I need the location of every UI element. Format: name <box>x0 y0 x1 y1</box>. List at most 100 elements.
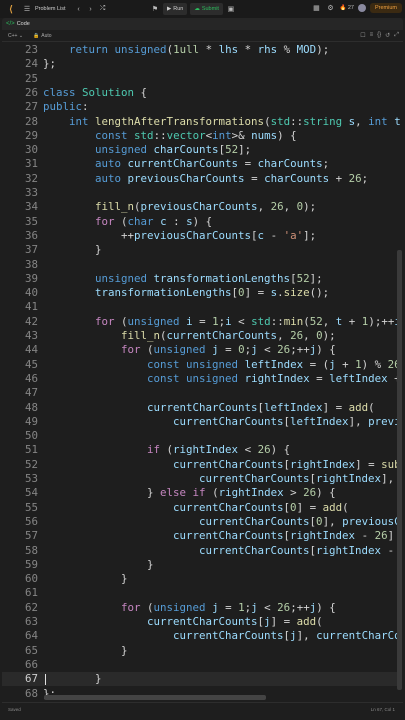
shuffle-icon[interactable]: ⤮ <box>98 4 108 14</box>
code-line[interactable]: 49 currentCharCounts[leftIndex], previou… <box>2 415 400 429</box>
saved-status: Saved <box>8 707 21 712</box>
code-text: const std::vector<int>& nums) { <box>95 128 297 142</box>
code-line[interactable]: 31 auto currentCharCounts = charCounts; <box>2 157 400 171</box>
vertical-scrollbar[interactable] <box>397 250 402 690</box>
code-line[interactable]: 41 <box>2 300 400 314</box>
code-line[interactable]: 60 } <box>2 572 400 586</box>
code-line[interactable]: 38 <box>2 258 400 272</box>
code-line[interactable]: 66 <box>2 658 400 672</box>
code-line[interactable]: 65 } <box>2 644 400 658</box>
code-line[interactable]: 44 for (unsigned j = 0;j < 26;++j) { <box>2 343 400 357</box>
code-text: currentCharCounts[rightIndex] = sub( <box>173 457 400 471</box>
code-line[interactable]: 53 currentCharCounts[rightIndex], previo… <box>2 472 400 486</box>
code-line[interactable]: 47 <box>2 386 400 400</box>
auto-mode[interactable]: 🔒 Auto <box>33 33 52 39</box>
line-number: 30 <box>24 143 38 157</box>
language-select[interactable]: C++ ⌄ <box>8 33 23 39</box>
submit-label: Submit <box>201 6 219 12</box>
premium-button[interactable]: Premium <box>369 3 402 13</box>
status-bar: Saved Ln 67, Col 1 <box>2 702 403 716</box>
code-panel-header: </> Code <box>2 18 403 30</box>
code-line[interactable]: 63 currentCharCounts[j] = add( <box>2 615 400 629</box>
horizontal-scrollbar[interactable] <box>44 695 266 700</box>
code-line[interactable]: 36 ++previousCharCounts[c - 'a']; <box>2 229 400 243</box>
submit-button[interactable]: ☁ Submit <box>190 3 223 15</box>
code-line[interactable]: 55 currentCharCounts[0] = add( <box>2 501 400 515</box>
code-text: return unsigned(1ull * lhs * rhs % MOD); <box>69 43 330 56</box>
code-text: auto currentCharCounts = charCounts; <box>95 157 330 171</box>
settings-icon[interactable]: ⚙ <box>325 3 335 13</box>
bookmark-icon[interactable]: ☐ <box>360 32 365 39</box>
chevron-right-icon[interactable]: › <box>86 4 96 14</box>
format-icon[interactable]: ≡ <box>370 32 374 39</box>
code-line[interactable]: 39 unsigned transformationLengths[52]; <box>2 272 400 286</box>
code-line[interactable]: 45 const unsigned leftIndex = (j + 1) % … <box>2 358 400 372</box>
code-line[interactable]: 67 } <box>2 672 400 687</box>
line-number: 32 <box>24 171 38 185</box>
streak-counter[interactable]: 🔥 27 <box>339 5 354 11</box>
code-line[interactable]: 33 <box>2 186 400 200</box>
code-line[interactable]: 61 <box>2 586 400 600</box>
code-line[interactable]: 43 fill_n(currentCharCounts, 26, 0); <box>2 329 400 343</box>
code-line[interactable]: 64 currentCharCounts[j], currentCharCoun… <box>2 629 400 643</box>
leetcode-logo[interactable]: ⟨ <box>6 4 16 14</box>
line-number: 27 <box>24 100 38 114</box>
avatar[interactable] <box>357 4 366 12</box>
code-text: const unsigned rightIndex = leftIndex + … <box>147 371 400 385</box>
code-line[interactable]: 30 unsigned charCounts[52]; <box>2 143 400 157</box>
code-text: currentCharCounts[j] = add( <box>147 615 323 628</box>
grid-icon[interactable]: ▦ <box>311 3 321 13</box>
code-text: currentCharCounts[rightIndex], previousC… <box>199 472 400 485</box>
code-text: currentCharCounts[j], currentCharCounts[… <box>173 629 400 643</box>
braces-icon[interactable]: {} <box>377 32 381 39</box>
code-line[interactable]: 25 <box>2 72 400 86</box>
code-text: for (char c : s) { <box>95 214 213 228</box>
code-line[interactable]: 58 currentCharCounts[rightIndex - 26], p… <box>2 544 400 558</box>
code-line[interactable]: 40 transformationLengths[0] = s.size(); <box>2 286 400 300</box>
reset-icon[interactable]: ↺ <box>385 32 390 39</box>
text-cursor <box>45 674 46 686</box>
code-text: currentCharCounts[0], previousCharCounts… <box>199 514 400 528</box>
code-line[interactable]: 35 for (char c : s) { <box>2 215 400 229</box>
problem-list-button[interactable]: ☰ Problem List <box>22 4 66 14</box>
code-line[interactable]: 24}; <box>2 57 400 71</box>
run-button[interactable]: ▶ Run <box>163 3 188 15</box>
code-line[interactable]: 50 <box>2 429 400 443</box>
code-line[interactable]: 62 for (unsigned j = 1;j < 26;++j) { <box>2 601 400 615</box>
expand-icon[interactable]: ⤢ <box>394 32 399 39</box>
code-line[interactable]: 42 for (unsigned i = 1;i < std::min(52, … <box>2 315 400 329</box>
code-line[interactable]: 48 currentCharCounts[leftIndex] = add( <box>2 401 400 415</box>
top-nav: ⟨ ☰ Problem List ‹ › ⤮ ⚑ ▶ Run ☁ Submit … <box>0 0 405 18</box>
code-line[interactable]: 28 int lengthAfterTransformations(std::s… <box>2 115 400 129</box>
notes-icon[interactable]: ▣ <box>226 4 236 14</box>
code-text: fill_n(previousCharCounts, 26, 0); <box>95 200 317 214</box>
debug-icon[interactable]: ⚑ <box>150 4 160 14</box>
play-icon: ▶ <box>167 6 172 12</box>
line-number: 25 <box>24 71 38 85</box>
line-number: 64 <box>24 629 38 643</box>
line-number: 46 <box>24 371 38 385</box>
code-line[interactable]: 52 currentCharCounts[rightIndex] = sub( <box>2 458 400 472</box>
chevron-left-icon[interactable]: ‹ <box>74 4 84 14</box>
code-editor[interactable]: 23 return unsigned(1ull * lhs * rhs % MO… <box>2 43 400 700</box>
code-text: ++previousCharCounts[c - 'a']; <box>43 228 317 242</box>
code-line[interactable]: 32 auto previousCharCounts = charCounts … <box>2 172 400 186</box>
code-line[interactable]: 26 class Solution { <box>2 86 400 100</box>
line-number: 50 <box>24 429 38 443</box>
code-line[interactable]: 34 fill_n(previousCharCounts, 26, 0); <box>2 200 400 214</box>
code-line[interactable]: 57 currentCharCounts[rightIndex - 26] = … <box>2 529 400 543</box>
upload-icon: ☁ <box>194 6 200 12</box>
code-line[interactable]: 27 public: <box>2 100 400 114</box>
code-line[interactable]: 59 } <box>2 558 400 572</box>
code-line[interactable]: 29 const std::vector<int>& nums) { <box>2 129 400 143</box>
code-line[interactable]: 46 const unsigned rightIndex = leftIndex… <box>2 372 400 386</box>
line-number: 59 <box>24 557 38 571</box>
code-line[interactable]: 56 currentCharCounts[0], previousCharCou… <box>2 515 400 529</box>
line-number: 60 <box>24 572 38 586</box>
line-number: 49 <box>24 414 38 428</box>
line-number: 55 <box>24 500 38 514</box>
code-line[interactable]: 54 } else if (rightIndex > 26) { <box>2 486 400 500</box>
code-line[interactable]: 23 return unsigned(1ull * lhs * rhs % MO… <box>2 43 400 57</box>
code-line[interactable]: 51 if (rightIndex < 26) { <box>2 443 400 457</box>
code-line[interactable]: 37 } <box>2 243 400 257</box>
